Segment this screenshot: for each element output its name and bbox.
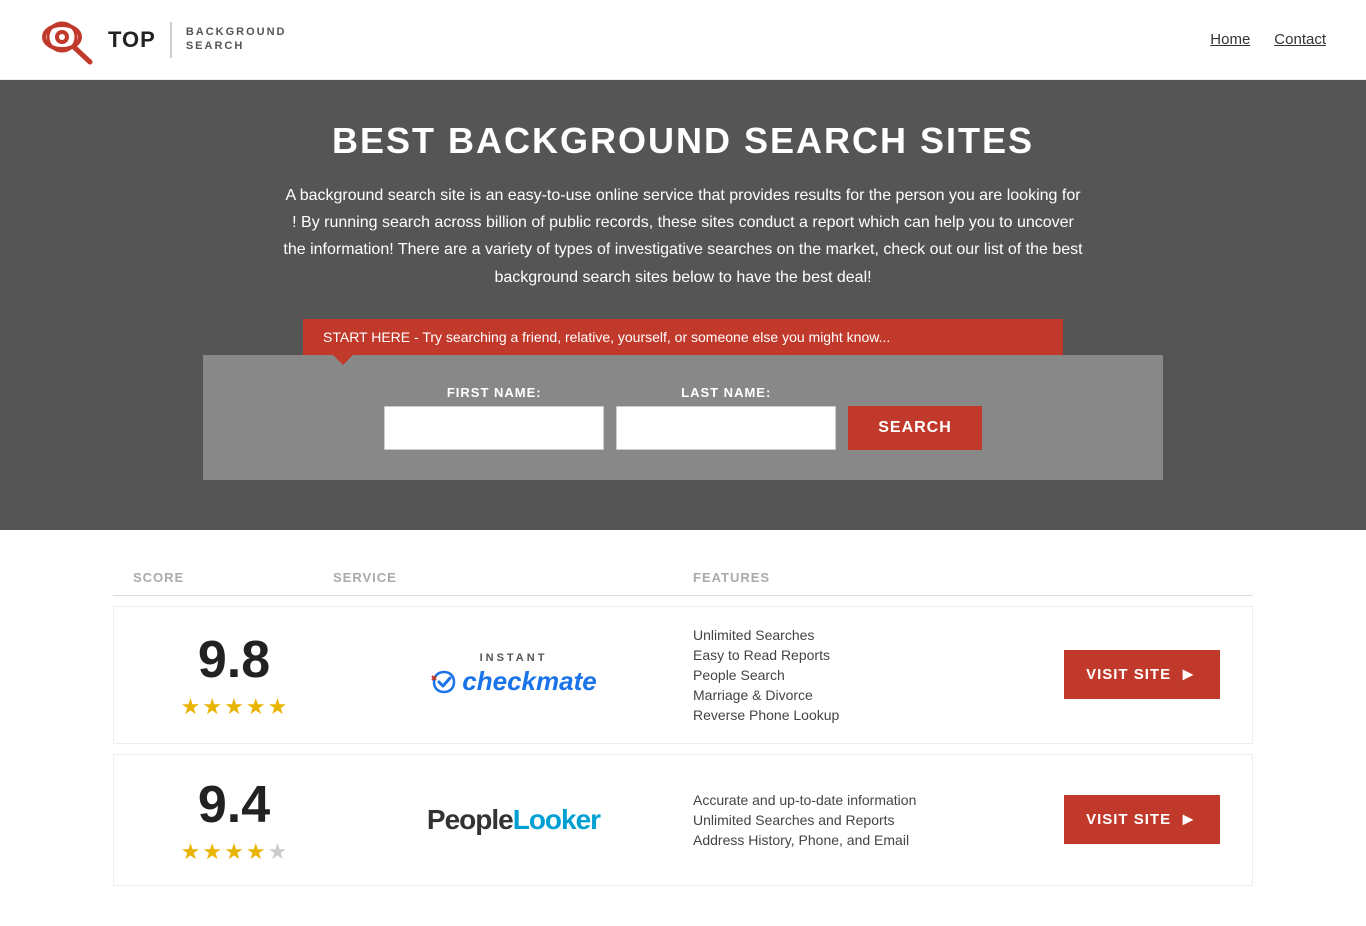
logo: TOP BACKGROUND SEARCH <box>40 15 287 65</box>
results-section: SCORE SERVICE FEATURES 9.8 ★ ★ ★ ★ ★ INS… <box>93 530 1273 926</box>
star-4: ★ <box>246 694 266 720</box>
site-header: TOP BACKGROUND SEARCH Home Contact <box>0 0 1366 80</box>
visit-site-button-2[interactable]: VISIT SITE ► <box>1064 795 1220 844</box>
logo-icon <box>40 15 100 65</box>
visit-site-button-1[interactable]: VISIT SITE ► <box>1064 650 1220 699</box>
star-1: ★ <box>181 694 201 720</box>
checkmate-logo: INSTANT checkmate <box>430 652 596 697</box>
table-row: 9.8 ★ ★ ★ ★ ★ INSTANT <box>113 606 1253 744</box>
col-action <box>1053 570 1233 585</box>
feature-1-4: Marriage & Divorce <box>693 687 1052 703</box>
feature-1-2: Easy to Read Reports <box>693 647 1052 663</box>
visit-cell-2: VISIT SITE ► <box>1052 795 1232 844</box>
hero-description: A background search site is an easy-to-u… <box>283 182 1083 291</box>
score-number-2: 9.4 <box>198 775 270 835</box>
score-number-1: 9.8 <box>198 630 270 690</box>
feature-1-5: Reverse Phone Lookup <box>693 707 1052 723</box>
feature-1-3: People Search <box>693 667 1052 683</box>
first-name-input[interactable] <box>384 406 604 450</box>
logo-top-text: TOP <box>108 27 156 53</box>
search-banner: START HERE - Try searching a friend, rel… <box>303 319 1063 355</box>
feature-2-1: Accurate and up-to-date information <box>693 792 1052 808</box>
star-2-4: ★ <box>246 839 266 865</box>
col-score: SCORE <box>133 570 333 585</box>
visit-arrow-icon-1: ► <box>1179 664 1198 685</box>
visit-arrow-icon-2: ► <box>1179 809 1198 830</box>
features-cell-2: Accurate and up-to-date information Unli… <box>693 792 1052 848</box>
score-cell-1: 9.8 ★ ★ ★ ★ ★ <box>134 630 334 720</box>
search-form: FIRST NAME: LAST NAME: SEARCH <box>223 385 1143 450</box>
last-name-group: LAST NAME: <box>616 385 836 450</box>
search-button[interactable]: SEARCH <box>848 406 982 450</box>
checkmate-brand: checkmate <box>430 666 596 697</box>
visit-site-label-1: VISIT SITE <box>1086 666 1171 683</box>
service-cell-2: PeopleLooker <box>334 804 693 836</box>
checkmate-logo-icon <box>430 668 458 696</box>
star-3: ★ <box>224 694 244 720</box>
visit-site-label-2: VISIT SITE <box>1086 811 1171 828</box>
logo-bg-text: BACKGROUND <box>186 26 287 39</box>
feature-2-2: Unlimited Searches and Reports <box>693 812 1052 828</box>
stars-2: ★ ★ ★ ★ ★ <box>181 839 288 865</box>
service-cell-1: INSTANT checkmate <box>334 652 693 697</box>
nav-home[interactable]: Home <box>1210 31 1250 48</box>
star-2-5: ★ <box>268 839 288 865</box>
last-name-input[interactable] <box>616 406 836 450</box>
stars-1: ★ ★ ★ ★ ★ <box>181 694 288 720</box>
col-features: FEATURES <box>693 570 1053 585</box>
hero-title: BEST BACKGROUND SEARCH SITES <box>20 120 1346 162</box>
checkmate-text: checkmate <box>462 666 596 697</box>
feature-2-3: Address History, Phone, and Email <box>693 832 1052 848</box>
star-2: ★ <box>202 694 222 720</box>
logo-search-text: SEARCH <box>186 40 287 53</box>
star-5: ★ <box>268 694 288 720</box>
people-text: People <box>427 804 513 835</box>
checkmate-instant-label: INSTANT <box>480 652 548 664</box>
last-name-label: LAST NAME: <box>616 385 836 400</box>
star-2-1: ★ <box>181 839 201 865</box>
star-2-3: ★ <box>224 839 244 865</box>
score-cell-2: 9.4 ★ ★ ★ ★ ★ <box>134 775 334 865</box>
peoplelooker-logo: PeopleLooker <box>427 804 600 836</box>
feature-1-1: Unlimited Searches <box>693 627 1052 643</box>
nav-contact[interactable]: Contact <box>1274 31 1326 48</box>
search-form-container: FIRST NAME: LAST NAME: SEARCH <box>203 355 1163 480</box>
table-header: SCORE SERVICE FEATURES <box>113 560 1253 596</box>
table-row: 9.4 ★ ★ ★ ★ ★ PeopleLooker Accurate and … <box>113 754 1253 886</box>
main-nav: Home Contact <box>1210 31 1326 48</box>
col-service: SERVICE <box>333 570 693 585</box>
features-cell-1: Unlimited Searches Easy to Read Reports … <box>693 627 1052 723</box>
logo-divider <box>170 22 172 58</box>
first-name-group: FIRST NAME: <box>384 385 604 450</box>
search-banner-text: START HERE - Try searching a friend, rel… <box>323 329 890 345</box>
hero-section: BEST BACKGROUND SEARCH SITES A backgroun… <box>0 80 1366 530</box>
first-name-label: FIRST NAME: <box>384 385 604 400</box>
looker-text: Looker <box>513 804 600 835</box>
visit-cell-1: VISIT SITE ► <box>1052 650 1232 699</box>
star-2-2: ★ <box>202 839 222 865</box>
